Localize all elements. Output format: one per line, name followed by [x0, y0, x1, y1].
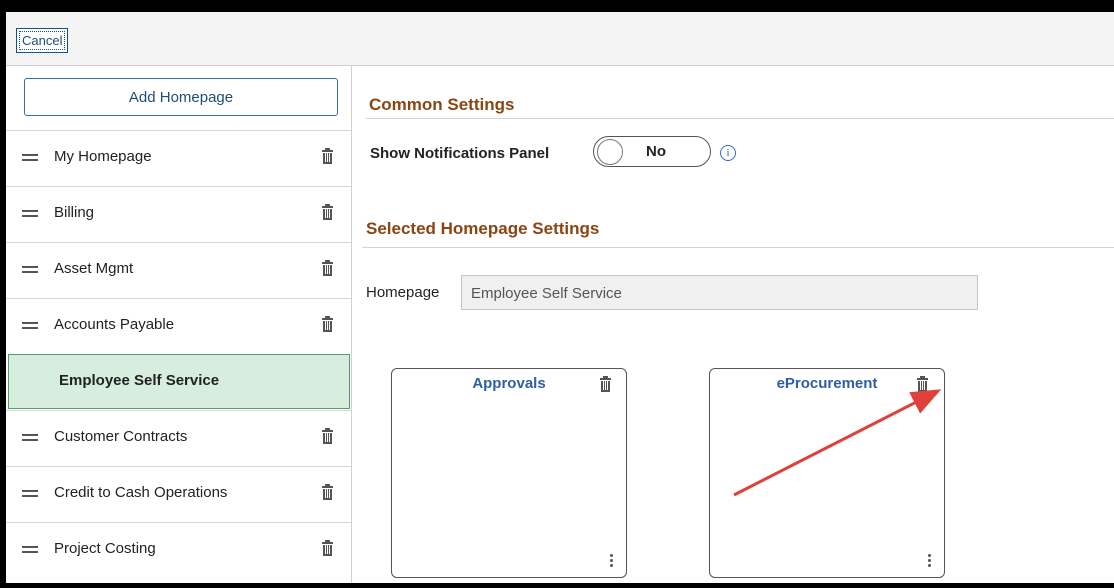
- drag-handle-icon[interactable]: [22, 546, 38, 554]
- top-toolbar: Cancel: [6, 12, 1114, 66]
- trash-icon[interactable]: [322, 484, 333, 501]
- trash-icon[interactable]: [322, 148, 333, 165]
- cancel-button[interactable]: Cancel: [16, 28, 69, 53]
- sidebar-item-label: Accounts Payable: [54, 316, 175, 333]
- settings-panel: Common Settings Show Notifications Panel…: [352, 66, 1114, 583]
- drag-handle-icon[interactable]: [22, 154, 38, 162]
- sidebar-item-label: Asset Mgmt: [54, 260, 134, 277]
- tile-title: eProcurement: [776, 375, 878, 392]
- trash-icon[interactable]: [322, 204, 333, 221]
- sidebar-item-asset-mgmt[interactable]: Asset Mgmt: [6, 242, 351, 297]
- sidebar-item-label: Employee Self Service: [59, 372, 220, 389]
- drag-handle-icon[interactable]: [22, 434, 38, 442]
- toggle-knob: [597, 139, 623, 165]
- sidebar-item-label: Credit to Cash Operations: [54, 484, 228, 501]
- trash-icon[interactable]: [322, 260, 333, 277]
- common-settings-heading: Common Settings: [369, 95, 515, 114]
- sidebar-item-label: Customer Contracts: [54, 428, 188, 445]
- kebab-menu-icon[interactable]: [928, 554, 931, 568]
- kebab-menu-icon[interactable]: [610, 554, 613, 568]
- sidebar-item-label: My Homepage: [54, 148, 152, 165]
- sidebar-item-customer-contracts[interactable]: Customer Contracts: [6, 410, 351, 465]
- sidebar-item-employee-self-service[interactable]: Employee Self Service: [8, 354, 350, 409]
- trash-icon[interactable]: [322, 428, 333, 445]
- selected-homepage-settings-heading: Selected Homepage Settings: [366, 219, 600, 238]
- trash-icon[interactable]: [322, 540, 333, 557]
- add-homepage-button[interactable]: Add Homepage: [24, 78, 338, 116]
- drag-handle-icon[interactable]: [22, 210, 38, 218]
- section-divider: [362, 247, 1114, 248]
- homepage-field: Employee Self Service: [461, 275, 978, 310]
- homepage-label: Homepage: [366, 284, 440, 301]
- tile-title: Approvals: [472, 375, 546, 392]
- section-divider: [366, 118, 1114, 119]
- sidebar-item-label: Billing: [54, 204, 95, 221]
- drag-handle-icon[interactable]: [22, 490, 38, 498]
- drag-handle-icon[interactable]: [22, 266, 38, 274]
- tile-approvals[interactable]: Approvals: [391, 368, 627, 578]
- sidebar-item-credit-to-cash-operations[interactable]: Credit to Cash Operations: [6, 466, 351, 521]
- toggle-value: No: [646, 143, 666, 160]
- sidebar-item-my-homepage[interactable]: My Homepage: [6, 130, 351, 185]
- sidebar-item-accounts-payable[interactable]: Accounts Payable: [6, 298, 351, 353]
- trash-icon[interactable]: [917, 376, 928, 393]
- drag-handle-icon[interactable]: [22, 322, 38, 330]
- notifications-toggle[interactable]: No: [593, 136, 711, 167]
- trash-icon[interactable]: [600, 376, 611, 393]
- info-icon[interactable]: i: [720, 145, 736, 161]
- trash-icon[interactable]: [322, 316, 333, 333]
- tile-eprocurement[interactable]: eProcurement: [709, 368, 945, 578]
- app-window: Cancel Add Homepage My Homepage Billing …: [6, 12, 1114, 583]
- homepage-sidebar: Add Homepage My Homepage Billing Asset M…: [6, 66, 352, 583]
- notifications-label: Show Notifications Panel: [370, 145, 550, 162]
- sidebar-item-billing[interactable]: Billing: [6, 186, 351, 241]
- sidebar-item-label: Project Costing: [54, 540, 156, 557]
- sidebar-item-project-costing[interactable]: Project Costing: [6, 522, 351, 577]
